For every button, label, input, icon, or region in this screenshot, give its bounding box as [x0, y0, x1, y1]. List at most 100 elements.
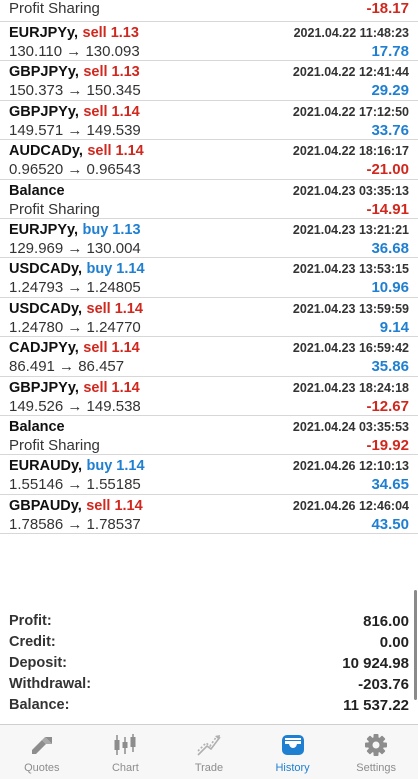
deal-prices: 149.571 → 149.539 — [9, 121, 141, 139]
deal-row[interactable]: EURJPYy, sell 1.13 2021.04.22 11:48:23 130… — [0, 22, 418, 62]
deal-action: sell 1.13 — [82, 25, 139, 41]
deal-profit: 36.68 — [371, 240, 409, 257]
deal-symbol: USDCADy, — [9, 261, 83, 278]
deal-detail-line: 1.78586 → 1.78537 43.50 — [9, 515, 409, 535]
deal-row[interactable]: Balance 2021.04.23 03:35:13 Profit Sharing… — [0, 180, 418, 219]
deal-profit: -21.00 — [366, 161, 409, 179]
deal-row[interactable]: GBPJPYy, sell 1.14 2021.04.22 17:12:50 149… — [0, 101, 418, 141]
tab-label: Trade — [194, 762, 224, 774]
deal-header-line: GBPJPYy, sell 1.14 2021.04.22 17:12:50 — [9, 102, 409, 122]
deal-time: 2021.04.22 17:12:50 — [292, 104, 409, 119]
summary-label: Deposit: — [9, 655, 67, 671]
summary-label: Withdrawal: — [9, 676, 92, 692]
deal-symbol: EURJPYy, — [9, 25, 79, 41]
summary-value: 10 924.98 — [342, 655, 409, 672]
deal-row[interactable]: GBPJPYy, sell 1.13 2021.04.22 12:41:44 150… — [0, 61, 418, 101]
deal-symbol: GBPAUDy, — [9, 497, 82, 514]
deal-prices: 129.969 → 130.004 — [9, 240, 141, 257]
scrollbar[interactable] — [414, 590, 417, 700]
deal-symbol: GBPJPYy, — [9, 379, 79, 396]
tab-quotes[interactable]: Quotes — [0, 725, 84, 779]
deal-row[interactable]: GBPAUDy, sell 1.14 2021.04.26 12:46:04 1.7… — [0, 495, 418, 535]
deal-symbol: USDCADy, — [9, 300, 83, 317]
deal-detail-line: 130.110 → 130.093 17.78 — [9, 42, 409, 62]
deal-profit: -14.91 — [366, 200, 409, 218]
deal-row[interactable]: CADJPYy, sell 1.14 2021.04.23 16:59:42 86.… — [0, 337, 418, 377]
deal-prices: 130.110 → 130.093 — [9, 43, 140, 60]
deal-time: 2021.04.23 13:59:59 — [292, 301, 409, 316]
deal-symbol: Balance — [9, 182, 65, 199]
deal-time: 2021.04.23 18:24:18 — [292, 380, 409, 395]
deal-action: buy 1.14 — [86, 261, 145, 278]
deal-profit: 29.29 — [371, 82, 409, 100]
deal-action: buy 1.14 — [86, 458, 145, 475]
deal-symbol: EURJPYy, — [9, 222, 79, 238]
summary-value: 0.00 — [379, 634, 409, 651]
deal-detail-line: Profit Sharing -14.91 — [9, 200, 409, 220]
deal-profit: 43.50 — [371, 515, 409, 533]
deal-row[interactable]: Balance 2021.04.24 03:35:53 Profit Sharing… — [0, 416, 418, 456]
deal-prices: 1.55146 → 1.55185 — [9, 476, 141, 494]
deal-prices: 86.491 → 86.457 — [9, 358, 125, 376]
deal-action: sell 1.14 — [83, 379, 140, 396]
deal-time: 2021.04.22 18:16:17 — [292, 144, 409, 159]
deal-time: 2021.04.26 12:46:04 — [292, 498, 409, 513]
deal-detail-line: 1.24793 → 1.24805 10.96 — [9, 278, 409, 298]
deal-prices: 1.24793 → 1.24805 — [9, 279, 141, 297]
tab-history[interactable]: History — [251, 725, 335, 779]
tab-label: Settings — [356, 762, 397, 774]
tab-chart[interactable]: Chart — [84, 725, 168, 779]
chart-icon — [114, 734, 136, 755]
deal-header-line: Balance 2021.04.23 03:35:13 — [9, 181, 409, 201]
deal-header-line: USDCADy, buy 1.14 2021.04.23 13:53:15 — [9, 259, 409, 279]
deal-prices: 150.373 → 150.345 — [9, 82, 141, 100]
deal-header-line: Balance 2021.04.24 03:35:53 — [9, 417, 409, 437]
top-row-value: -18.17 — [366, 0, 409, 17]
tab-trade[interactable]: Trade — [167, 725, 251, 779]
settings-icon — [365, 734, 388, 756]
deal-profit: -19.92 — [366, 437, 409, 454]
tab-settings[interactable]: Settings — [334, 725, 418, 779]
deal-row[interactable]: GBPJPYy, sell 1.14 2021.04.23 18:24:18 149… — [0, 377, 418, 416]
deal-time: 2021.04.23 16:59:42 — [292, 341, 409, 356]
deal-row[interactable]: USDCADy, buy 1.14 2021.04.23 13:53:15 1.24… — [0, 258, 418, 298]
tab-label: Quotes — [24, 762, 60, 774]
deal-symbol: AUDCADy, — [9, 143, 83, 160]
deal-row[interactable]: USDCADy, sell 1.14 2021.04.23 13:59:59 1.2… — [0, 298, 418, 338]
deal-prices: Profit Sharing — [9, 437, 100, 454]
deal-prices: 1.24780 → 1.24770 — [9, 318, 141, 336]
quotes-icon — [31, 737, 52, 754]
summary-label: Credit: — [9, 634, 56, 650]
deal-prices: Profit Sharing — [9, 200, 100, 218]
deal-detail-line: 149.526 → 149.538 -12.67 — [9, 397, 409, 417]
deal-time: 2021.04.26 12:10:13 — [292, 459, 409, 474]
deal-profit: 34.65 — [371, 476, 409, 494]
deal-prices: 1.78586 → 1.78537 — [9, 515, 141, 533]
deal-time: 2021.04.23 13:53:15 — [292, 262, 409, 277]
deal-time: 2021.04.24 03:35:53 — [292, 420, 409, 434]
deal-detail-line: 86.491 → 86.457 35.86 — [9, 357, 409, 377]
deal-prices: 0.96520 → 0.96543 — [9, 161, 141, 179]
deal-detail-line: Profit Sharing -19.92 — [9, 436, 409, 456]
summary-value: 11 537.22 — [343, 697, 409, 714]
history-screen: Profit Sharing -18.17 EURJPYy, sell 1.13… — [0, 0, 418, 779]
top-row-label: Profit Sharing — [9, 0, 100, 17]
deal-row[interactable]: EURAUDy, buy 1.14 2021.04.26 12:10:13 1.55… — [0, 455, 418, 495]
deal-header-line: EURAUDy, buy 1.14 2021.04.26 12:10:13 — [9, 456, 409, 476]
deal-symbol: GBPJPYy, — [9, 64, 79, 81]
summary-value: -203.76 — [358, 676, 409, 693]
deal-symbol: EURAUDy, — [9, 458, 83, 475]
deal-row[interactable]: AUDCADy, sell 1.14 2021.04.22 18:16:17 0.9… — [0, 140, 418, 180]
deal-profit: 35.86 — [371, 358, 409, 376]
top-partial-row[interactable]: Profit Sharing -18.17 — [0, 0, 418, 22]
summary-row-credit: Credit: 0.00 — [9, 632, 409, 653]
deal-row[interactable]: EURJPYy, buy 1.13 2021.04.23 13:21:21 129.… — [0, 219, 418, 259]
summary-label: Balance: — [9, 697, 70, 713]
trade-icon — [197, 735, 221, 756]
deal-time: 2021.04.22 12:41:44 — [292, 65, 409, 80]
deal-header-line: GBPJPYy, sell 1.13 2021.04.22 12:41:44 — [9, 62, 409, 82]
deal-detail-line: 149.571 → 149.539 33.76 — [9, 121, 409, 141]
deal-profit: -12.67 — [366, 397, 409, 415]
deal-action: buy 1.13 — [82, 222, 141, 238]
deal-detail-line: 129.969 → 130.004 36.68 — [9, 239, 409, 259]
